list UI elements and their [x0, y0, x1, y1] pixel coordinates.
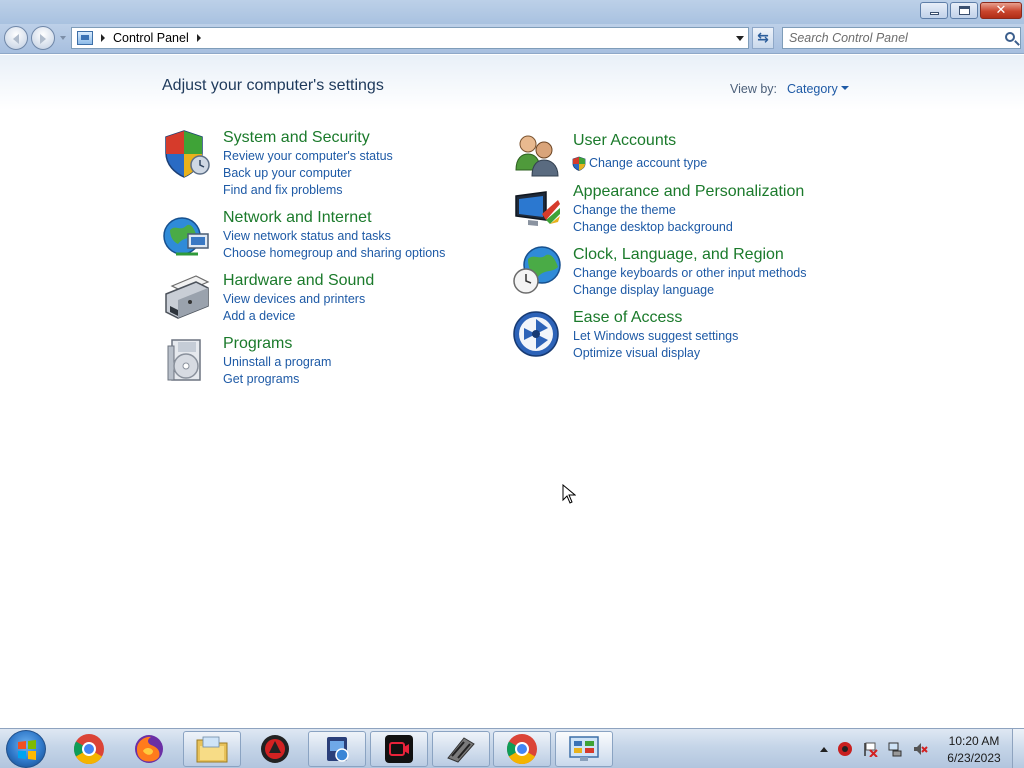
ease-of-access-icon[interactable]	[512, 308, 562, 358]
chrome-icon	[506, 734, 537, 765]
chrome-icon	[73, 734, 104, 765]
programs-disc-icon[interactable]	[162, 336, 212, 386]
link-change-account-type[interactable]: Change account type	[589, 156, 707, 170]
category-programs[interactable]: Programs	[223, 335, 292, 353]
minimize-button[interactable]	[920, 2, 948, 19]
taskbar-clock[interactable]: 10:20 AM 6/23/2023	[940, 733, 1008, 767]
refresh-button[interactable]: ⇆	[752, 27, 774, 49]
link-back-up[interactable]: Back up your computer	[223, 166, 352, 180]
app-blue-icon	[327, 737, 349, 762]
volume-muted-icon[interactable]	[912, 741, 928, 757]
taskbar-firefox[interactable]	[120, 731, 178, 767]
link-add-device[interactable]: Add a device	[223, 309, 295, 323]
uac-shield-icon	[572, 156, 586, 171]
screen-recorder-icon	[385, 735, 413, 763]
search-input[interactable]	[789, 29, 999, 47]
link-change-theme[interactable]: Change the theme	[573, 203, 676, 217]
chevron-down-icon[interactable]	[841, 86, 849, 90]
link-uninstall-program[interactable]: Uninstall a program	[223, 355, 331, 369]
clock-date: 6/23/2023	[947, 751, 1001, 765]
link-network-status[interactable]: View network status and tasks	[223, 229, 391, 243]
category-user-accounts[interactable]: User Accounts	[573, 132, 676, 150]
link-windows-suggest-settings[interactable]: Let Windows suggest settings	[573, 329, 738, 343]
control-panel-icon	[569, 736, 599, 761]
clock-globe-icon[interactable]	[512, 245, 562, 295]
category-system-and-security[interactable]: System and Security	[223, 129, 370, 147]
search-icon[interactable]	[1005, 32, 1015, 42]
close-icon: ✕	[995, 3, 1007, 18]
view-by-label: View by:	[730, 82, 778, 96]
taskbar-chrome-2[interactable]	[493, 731, 551, 767]
back-button[interactable]	[4, 26, 28, 50]
monitor-paint-icon[interactable]	[512, 186, 562, 236]
globe-network-icon[interactable]	[162, 210, 212, 260]
link-change-display-language[interactable]: Change display language	[573, 283, 714, 297]
forward-button[interactable]	[31, 26, 55, 50]
link-find-fix-problems[interactable]: Find and fix problems	[223, 183, 343, 197]
network-icon[interactable]	[887, 741, 903, 757]
app-film-icon	[447, 737, 475, 763]
close-button[interactable]: ✕	[980, 2, 1022, 19]
category-ease-of-access[interactable]: Ease of Access	[573, 309, 682, 327]
search-box[interactable]	[782, 27, 1021, 49]
breadcrumb-separator-icon[interactable]	[101, 34, 105, 42]
title-bar: ✕	[0, 0, 1024, 24]
restore-icon	[958, 6, 970, 15]
users-icon[interactable]	[512, 130, 562, 180]
taskbar-chrome[interactable]	[60, 731, 118, 767]
file-explorer-icon	[196, 736, 228, 763]
restore-button[interactable]	[950, 2, 978, 19]
link-get-programs[interactable]: Get programs	[223, 372, 299, 386]
start-button[interactable]	[6, 730, 46, 768]
app-red-icon	[261, 735, 289, 763]
show-desktop-button[interactable]	[1012, 729, 1024, 768]
clock-time: 10:20 AM	[948, 734, 1000, 748]
category-clock-language-region[interactable]: Clock, Language, and Region	[573, 246, 784, 264]
minimize-icon	[929, 12, 939, 15]
printer-icon[interactable]	[162, 272, 212, 322]
category-network-and-internet[interactable]: Network and Internet	[223, 209, 372, 227]
link-optimize-visual-display[interactable]: Optimize visual display	[573, 346, 700, 360]
view-by-dropdown[interactable]: Category	[787, 82, 838, 96]
taskbar-file-explorer[interactable]	[183, 731, 241, 767]
back-arrow-icon	[13, 34, 19, 44]
shield-icon[interactable]	[162, 129, 212, 179]
breadcrumb-separator-icon[interactable]	[196, 34, 201, 42]
control-panel-small-icon	[77, 31, 93, 45]
link-review-status[interactable]: Review your computer's status	[223, 149, 393, 163]
control-panel-content: Adjust your computer's settings View by:…	[0, 55, 1024, 728]
refresh-icon: ⇆	[757, 30, 769, 46]
red-app-tray-icon[interactable]	[837, 741, 853, 757]
show-hidden-icons-icon[interactable]	[820, 746, 828, 752]
taskbar-app-film[interactable]	[432, 731, 490, 767]
link-change-desktop-background[interactable]: Change desktop background	[573, 220, 733, 234]
category-hardware-and-sound[interactable]: Hardware and Sound	[223, 272, 374, 290]
taskbar-app-blue[interactable]	[308, 731, 366, 767]
address-history-dropdown-icon[interactable]	[736, 36, 744, 41]
link-homegroup-sharing[interactable]: Choose homegroup and sharing options	[223, 246, 445, 260]
taskbar-screen-recorder[interactable]	[370, 731, 428, 767]
taskbar: 10:20 AM 6/23/2023	[0, 728, 1024, 768]
category-appearance-and-personalization[interactable]: Appearance and Personalization	[573, 183, 804, 201]
window-controls: ✕	[920, 2, 1022, 19]
windows-logo-icon	[18, 740, 36, 760]
taskbar-control-panel[interactable]	[555, 731, 613, 767]
action-center-flag-icon[interactable]	[862, 741, 878, 757]
firefox-icon	[135, 735, 163, 763]
address-bar[interactable]: Control Panel	[71, 27, 749, 49]
link-change-keyboards[interactable]: Change keyboards or other input methods	[573, 266, 806, 280]
link-devices-printers[interactable]: View devices and printers	[223, 292, 365, 306]
forward-arrow-icon	[40, 34, 46, 44]
navigation-bar: Control Panel ⇆	[0, 24, 1024, 54]
breadcrumb-control-panel[interactable]: Control Panel	[113, 31, 189, 45]
taskbar-app-red[interactable]	[246, 731, 304, 767]
system-tray	[820, 737, 928, 761]
page-title: Adjust your computer's settings	[162, 77, 384, 94]
mouse-cursor-icon	[562, 484, 576, 504]
recent-pages-dropdown[interactable]	[60, 36, 66, 40]
